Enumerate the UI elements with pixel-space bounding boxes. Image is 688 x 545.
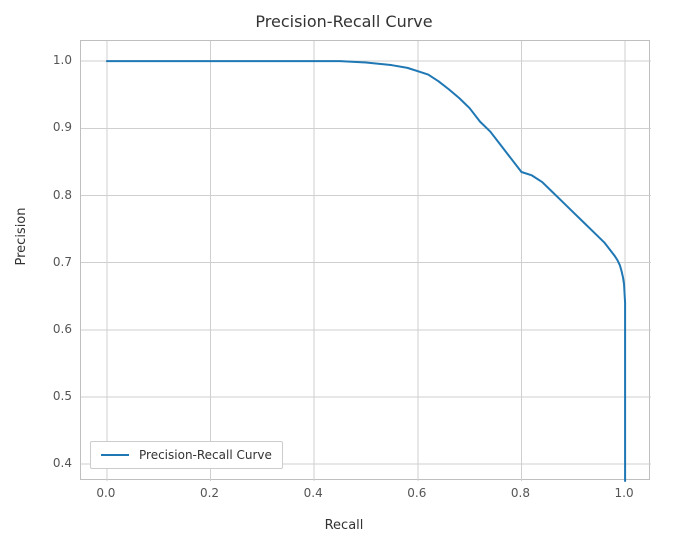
y-axis-label: Precision <box>14 207 29 265</box>
y-tick-label: 0.6 <box>32 322 72 336</box>
y-tick-label: 0.8 <box>32 188 72 202</box>
y-tick-label: 0.9 <box>32 120 72 134</box>
x-tick-label: 0.6 <box>407 486 426 500</box>
x-tick-label: 0.2 <box>200 486 219 500</box>
legend: Precision-Recall Curve <box>90 441 283 469</box>
x-tick-label: 1.0 <box>615 486 634 500</box>
legend-swatch <box>101 454 129 456</box>
y-tick-label: 0.4 <box>32 456 72 470</box>
chart-title: Precision-Recall Curve <box>0 12 688 31</box>
x-axis-label: Recall <box>0 518 688 533</box>
curve-layer <box>81 41 649 479</box>
legend-label: Precision-Recall Curve <box>139 448 272 462</box>
pr-curve <box>107 61 625 481</box>
plot-area <box>80 40 650 480</box>
figure: Precision-Recall Curve Recall Precision … <box>0 0 688 545</box>
y-tick-label: 0.7 <box>32 255 72 269</box>
x-tick-label: 0.8 <box>511 486 530 500</box>
x-tick-label: 0.0 <box>96 486 115 500</box>
y-tick-label: 1.0 <box>32 53 72 67</box>
y-tick-label: 0.5 <box>32 389 72 403</box>
x-tick-label: 0.4 <box>304 486 323 500</box>
